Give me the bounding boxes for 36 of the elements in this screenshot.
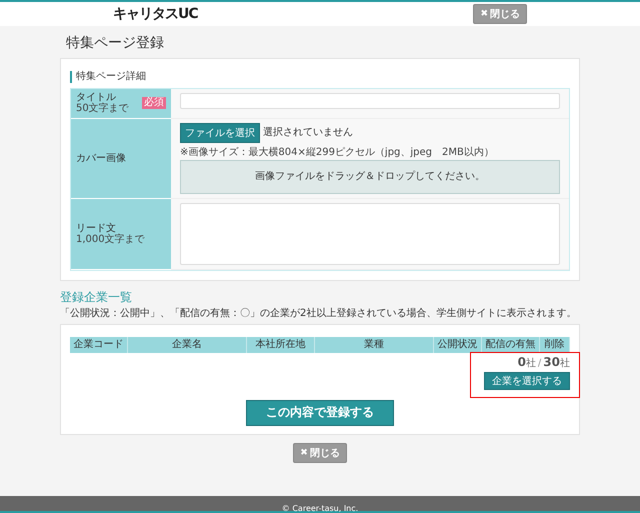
column-header: 削除 [540,337,570,353]
field-label: カバー画像 [76,152,126,164]
close-icon: ✖ [300,448,308,458]
drop-zone[interactable]: 画像ファイルをドラッグ＆ドロップしてください。 [180,160,560,194]
field-hint: 1,000文字まで [76,234,145,246]
section-heading: 登録企業一覧 [60,291,133,305]
display-note: 「公開状況：公開中」、「配信の有無：〇」の企業が2社以上登録されている場合、学生側サイトに表示されます。 [60,308,578,320]
count-separator: / [538,358,542,370]
count-value: 0 [518,356,526,370]
required-tag: 必須 [142,97,166,109]
title-input[interactable] [180,92,560,108]
column-header: 本社所在地 [247,337,315,353]
field-hint: 50文字まで [76,103,129,114]
column-header: 業種 [315,337,434,353]
count-unit: 社 [560,358,570,370]
column-header: 公開状況 [434,337,482,353]
section-heading: 特集ページ詳細 [70,71,146,82]
logo: キャリタスUC [113,5,198,23]
lead-textarea[interactable] [180,203,560,265]
select-companies-button[interactable]: 企業を選択する [484,372,570,390]
submit-button[interactable]: この内容で登録する [246,400,394,426]
file-status: 選択されていません [263,126,353,138]
copyright: © Career-tasu, Inc. [282,504,358,513]
close-button[interactable]: ✖ 閉じる [293,442,347,463]
close-button[interactable]: ✖ 閉じる [473,4,527,24]
column-header: 企業名 [128,337,247,353]
column-header: 企業コード [70,337,128,353]
image-size-note: ※画像サイズ：最大横804×縦299ピクセル（jpg、jpeg 2MB以内） [180,146,495,158]
field-label: リード文 [76,222,116,234]
count-limit: 30 [543,356,560,370]
page-title: 特集ページ登録 [66,34,165,52]
close-icon: ✖ [480,9,488,19]
choose-file-button[interactable]: ファイルを選択 [180,122,260,142]
count-unit: 社 [526,358,536,370]
column-header: 配信の有無 [482,337,540,353]
field-label: タイトル [76,92,117,102]
